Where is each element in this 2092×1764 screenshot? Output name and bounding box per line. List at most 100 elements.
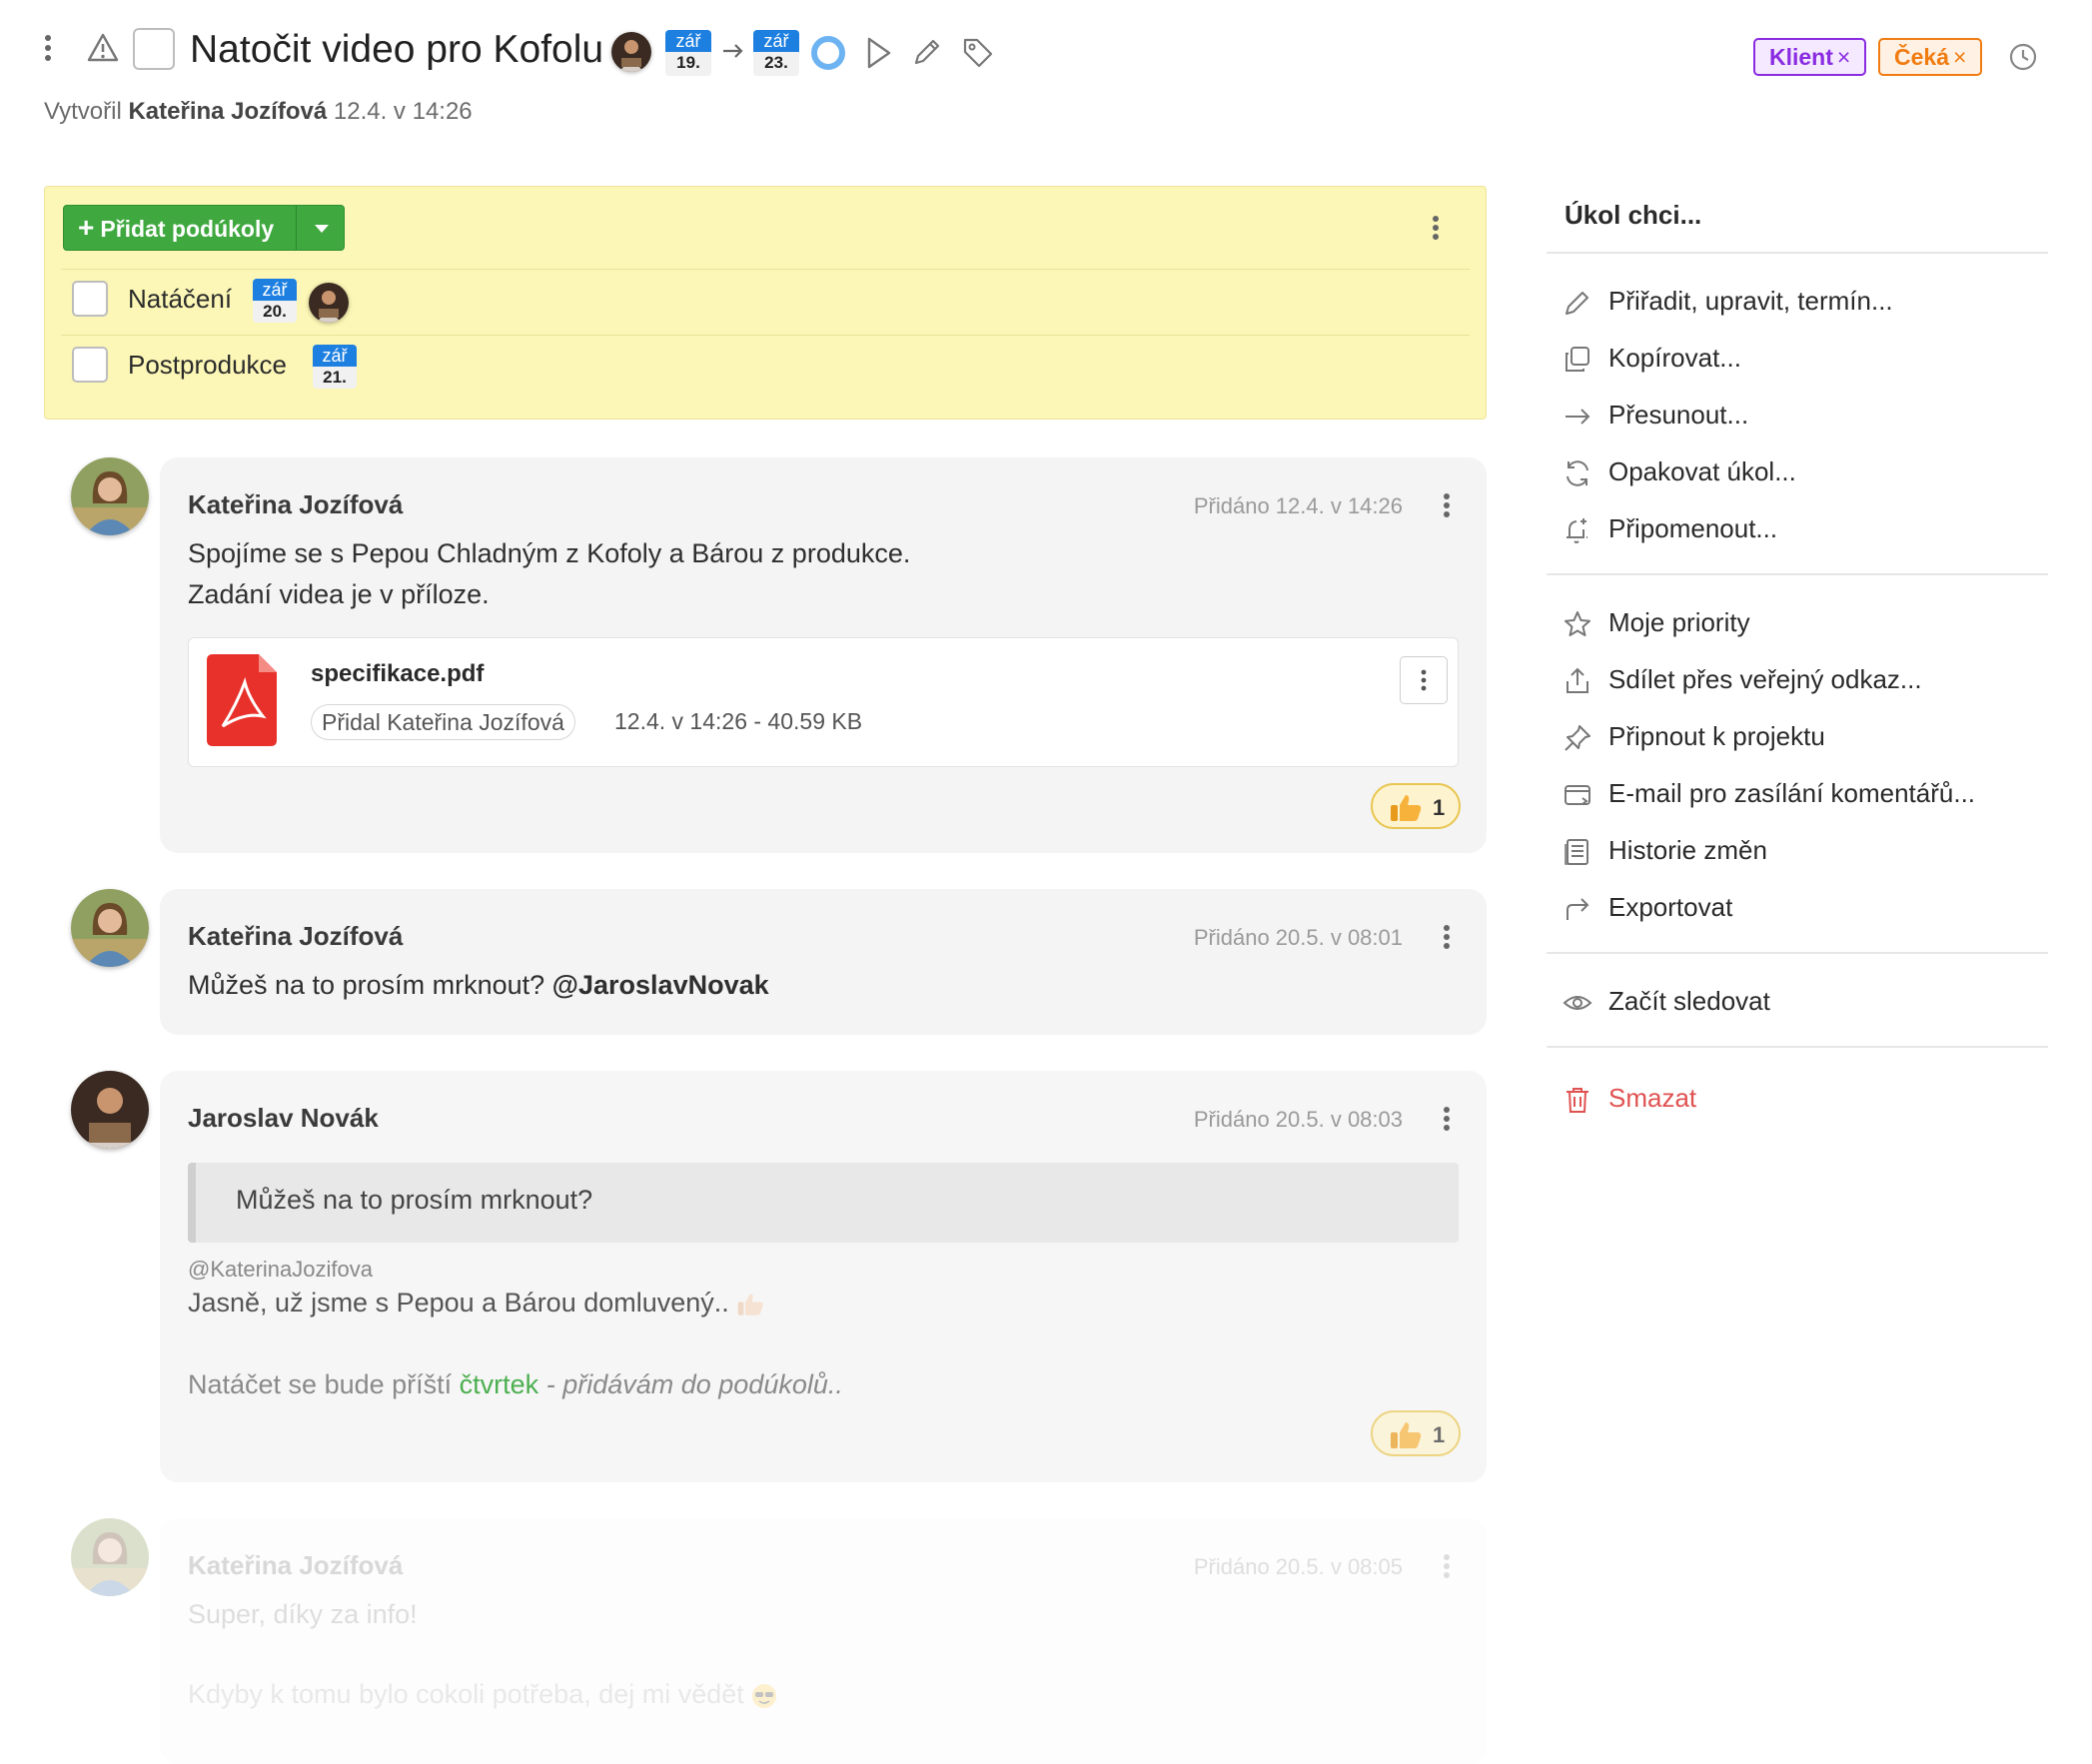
subtask-date-badge[interactable]: zář 20. <box>253 279 297 323</box>
avatar[interactable] <box>71 1071 149 1149</box>
more-vertical-icon[interactable] <box>1443 925 1451 949</box>
comment-author[interactable]: Jaroslav Novák <box>188 1103 379 1134</box>
menu-title: Úkol chci... <box>1565 200 1702 230</box>
add-subtasks-button[interactable]: + Přidat podúkoly <box>63 205 345 251</box>
clock-icon[interactable] <box>2008 42 2038 72</box>
menu-item-remind[interactable]: Připomenout... <box>1547 501 2048 557</box>
reaction-badge[interactable]: 1 <box>1371 783 1461 829</box>
menu-item-history[interactable]: Historie změn <box>1547 823 2048 879</box>
progress-ring-icon[interactable] <box>809 34 847 72</box>
comment-text: Jasně, už jsme s Pepou a Bárou domluvený… <box>188 1283 764 1323</box>
subtask-date-month: zář <box>253 279 297 301</box>
star-icon <box>1563 609 1592 639</box>
menu-item-email[interactable]: E-mail pro zasílání komentářů... <box>1547 766 2048 822</box>
assignee-avatar[interactable] <box>611 32 651 72</box>
start-date-badge[interactable]: zář 19. <box>665 30 711 76</box>
subtask-label[interactable]: Postprodukce <box>128 350 287 381</box>
comment: Kateřina Jozífová Přidáno 20.5. v 08:01 … <box>0 885 1499 1035</box>
reaction-badge[interactable]: 1 <box>1371 1410 1461 1456</box>
line-suffix: - přidávám do podúkolů.. <box>545 1369 843 1399</box>
comment-text: Zadání videa je v příloze. <box>188 579 490 609</box>
menu-item-label: Kopírovat... <box>1608 343 1741 373</box>
thumbs-up-icon <box>1389 793 1423 823</box>
menu-item-label: Začít sledovat <box>1608 986 1770 1016</box>
close-icon[interactable]: × <box>1837 44 1850 70</box>
menu-item-delete[interactable]: Smazat <box>1547 1071 2048 1127</box>
reply-text: Jasně, už jsme s Pepou a Bárou domluvený… <box>188 1288 729 1318</box>
menu-item-copy[interactable]: Kopírovat... <box>1547 331 2048 387</box>
quote-text: Můžeš na to prosím mrknout? <box>236 1185 593 1215</box>
menu-item-follow[interactable]: Začít sledovat <box>1547 974 2048 1030</box>
tag-icon[interactable] <box>961 36 995 70</box>
plus-icon: + <box>78 212 95 243</box>
line-prefix: Natáčet se bude příští <box>188 1369 453 1399</box>
task-title[interactable]: Natočit video pro Kofolu <box>190 28 603 72</box>
menu-item-move[interactable]: Přesunout... <box>1547 388 2048 443</box>
subtask-checkbox[interactable] <box>72 281 108 317</box>
created-by[interactable]: Kateřina Jozífová <box>128 98 327 125</box>
subtasks-panel: + Přidat podúkoly Natáčení zář 20. Postpr… <box>44 186 1487 420</box>
pin-icon <box>1563 723 1592 753</box>
comment-author[interactable]: Kateřina Jozífová <box>188 921 403 952</box>
menu-item-label: Přiřadit, upravit, termín... <box>1608 286 1893 316</box>
play-icon[interactable] <box>865 36 893 70</box>
comment-text-body: Můžeš na to prosím mrknout? <box>188 970 545 1000</box>
task-complete-checkbox[interactable] <box>133 28 175 70</box>
pencil-icon[interactable] <box>911 36 943 68</box>
avatar[interactable] <box>71 457 149 535</box>
subtask-assignee-avatar[interactable] <box>309 283 349 323</box>
tag-klient-label: Klient <box>1769 44 1833 70</box>
comment-card: Kateřina Jozífová Přidáno 12.4. v 14:26 … <box>160 457 1487 853</box>
more-vertical-icon[interactable] <box>1432 215 1440 241</box>
end-date-badge[interactable]: zář 23. <box>753 30 799 76</box>
menu-item-label: Připomenout... <box>1608 513 1778 543</box>
mention-link[interactable]: @JaroslavNovak <box>552 970 769 1000</box>
menu-item-assign[interactable]: Přiřadit, upravit, termín... <box>1547 274 2048 330</box>
chevron-down-icon[interactable] <box>314 224 330 234</box>
thumbs-up-emoji-icon <box>736 1292 764 1318</box>
more-vertical-icon[interactable] <box>1443 493 1451 517</box>
attachment[interactable]: specifikace.pdf Přidal Kateřina Jozífová… <box>188 637 1459 767</box>
more-vertical-icon[interactable] <box>1443 1554 1451 1578</box>
start-date-day: 19. <box>676 53 700 72</box>
avatar[interactable] <box>71 889 149 967</box>
subtask-checkbox[interactable] <box>72 347 108 383</box>
more-vertical-icon[interactable] <box>44 34 52 62</box>
attachment-filename[interactable]: specifikace.pdf <box>311 660 484 688</box>
trash-icon <box>1563 1085 1592 1115</box>
comment: Kateřina Jozífová Přidáno 20.5. v 08:05 … <box>0 1514 1499 1764</box>
history-icon <box>1563 837 1592 867</box>
tag-ceka[interactable]: Čeká × <box>1878 38 1983 76</box>
subtask-item[interactable]: Postprodukce zář 21. <box>45 337 1488 401</box>
quote-author: @KaterinaJozifova <box>188 1257 373 1282</box>
more-vertical-icon[interactable] <box>1443 1107 1451 1131</box>
menu-item-label: Moje priority <box>1608 607 1750 637</box>
subtask-label[interactable]: Natáčení <box>128 284 232 315</box>
menu-item-label: Exportovat <box>1608 892 1733 922</box>
menu-item-share[interactable]: Sdílet přes veřejný odkaz... <box>1547 652 2048 708</box>
menu-item-priority[interactable]: Moje priority <box>1547 595 2048 651</box>
attachment-info: 12.4. v 14:26 - 40.59 KB <box>614 708 863 734</box>
menu-item-export[interactable]: Exportovat <box>1547 880 2048 936</box>
repeat-icon <box>1563 458 1592 488</box>
subtask-item[interactable]: Natáčení zář 20. <box>45 271 1488 335</box>
comment-text-body: Kdyby k tomu bylo cokoli potřeba, dej mi… <box>188 1679 744 1709</box>
comment-text: Natáčet se bude příští čtvrtek - přidává… <box>188 1364 843 1405</box>
avatar[interactable] <box>71 1518 149 1596</box>
subtask-date-badge[interactable]: zář 21. <box>313 345 357 389</box>
reaction-count: 1 <box>1433 795 1446 820</box>
warning-icon[interactable] <box>86 32 120 64</box>
attachment-menu-button[interactable] <box>1400 656 1448 704</box>
created-at: 12.4. v 14:26 <box>333 98 473 125</box>
close-icon[interactable]: × <box>1953 44 1966 70</box>
comment-text: Můžeš na to prosím mrknout? @JaroslavNov… <box>188 965 769 1006</box>
date-link[interactable]: čtvrtek <box>460 1369 539 1399</box>
created-prefix: Vytvořil <box>44 98 122 125</box>
menu-item-repeat[interactable]: Opakovat úkol... <box>1547 444 2048 500</box>
menu-item-pin[interactable]: Připnout k projektu <box>1547 709 2048 765</box>
task-header: Natočit video pro Kofolu zář 19. zář 23.… <box>0 0 2092 140</box>
comment-author[interactable]: Kateřina Jozífová <box>188 1550 403 1581</box>
pdf-file-icon <box>207 654 277 746</box>
tag-klient[interactable]: Klient × <box>1753 38 1867 76</box>
comment-author[interactable]: Kateřina Jozífová <box>188 489 403 520</box>
